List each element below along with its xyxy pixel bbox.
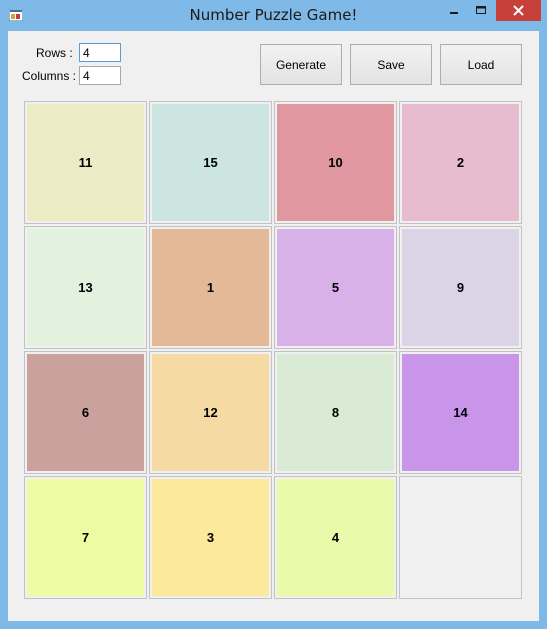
puzzle-tile[interactable]: 8 — [277, 354, 394, 471]
puzzle-tile[interactable]: 12 — [152, 354, 269, 471]
maximize-icon — [476, 6, 486, 14]
load-button[interactable]: Load — [440, 44, 522, 85]
puzzle-cell[interactable]: 13 — [24, 226, 147, 349]
puzzle-cell[interactable]: 11 — [24, 101, 147, 224]
puzzle-cell[interactable]: 4 — [274, 476, 397, 599]
columns-label: Columns : — [22, 69, 77, 83]
maximize-button[interactable] — [468, 0, 494, 21]
puzzle-tile[interactable]: 14 — [402, 354, 519, 471]
title-bar[interactable]: Number Puzzle Game! — [0, 0, 547, 30]
puzzle-tile[interactable]: 9 — [402, 229, 519, 346]
puzzle-tile[interactable]: 10 — [277, 104, 394, 221]
puzzle-tile[interactable]: 11 — [27, 104, 144, 221]
app-window: Number Puzzle Game! Rows : Columns : Gen… — [0, 0, 547, 629]
puzzle-cell[interactable]: 14 — [399, 351, 522, 474]
puzzle-tile[interactable]: 2 — [402, 104, 519, 221]
puzzle-tile[interactable]: 7 — [27, 479, 144, 596]
puzzle-cell[interactable]: 12 — [149, 351, 272, 474]
puzzle-board: 11 15 10 2 13 1 5 9 6 12 8 14 7 3 4 — [24, 101, 524, 601]
puzzle-cell[interactable]: 2 — [399, 101, 522, 224]
puzzle-cell[interactable]: 15 — [149, 101, 272, 224]
minimize-icon — [450, 12, 458, 14]
client-area: Rows : Columns : Generate Save Load 1115… — [8, 31, 539, 621]
puzzle-cell[interactable]: 6 — [24, 351, 147, 474]
puzzle-cell[interactable]: 7 — [24, 476, 147, 599]
rows-label: Rows : — [36, 46, 73, 60]
rows-input[interactable] — [79, 43, 121, 62]
puzzle-tile[interactable]: 1 — [152, 229, 269, 346]
puzzle-cell[interactable]: 3 — [149, 476, 272, 599]
puzzle-tile[interactable]: 13 — [27, 229, 144, 346]
columns-input[interactable] — [79, 66, 121, 85]
close-button[interactable] — [496, 0, 541, 21]
save-button[interactable]: Save — [350, 44, 432, 85]
puzzle-cell[interactable]: 9 — [399, 226, 522, 349]
puzzle-cell[interactable]: 10 — [274, 101, 397, 224]
puzzle-tile[interactable]: 6 — [27, 354, 144, 471]
puzzle-cell[interactable]: 8 — [274, 351, 397, 474]
empty-cell[interactable] — [399, 476, 522, 599]
puzzle-tile[interactable]: 3 — [152, 479, 269, 596]
puzzle-tile[interactable]: 5 — [277, 229, 394, 346]
close-icon — [513, 5, 524, 16]
puzzle-cell[interactable]: 1 — [149, 226, 272, 349]
generate-button[interactable]: Generate — [260, 44, 342, 85]
puzzle-tile[interactable]: 15 — [152, 104, 269, 221]
puzzle-cell[interactable]: 5 — [274, 226, 397, 349]
puzzle-tile[interactable]: 4 — [277, 479, 394, 596]
minimize-button[interactable] — [441, 0, 467, 21]
